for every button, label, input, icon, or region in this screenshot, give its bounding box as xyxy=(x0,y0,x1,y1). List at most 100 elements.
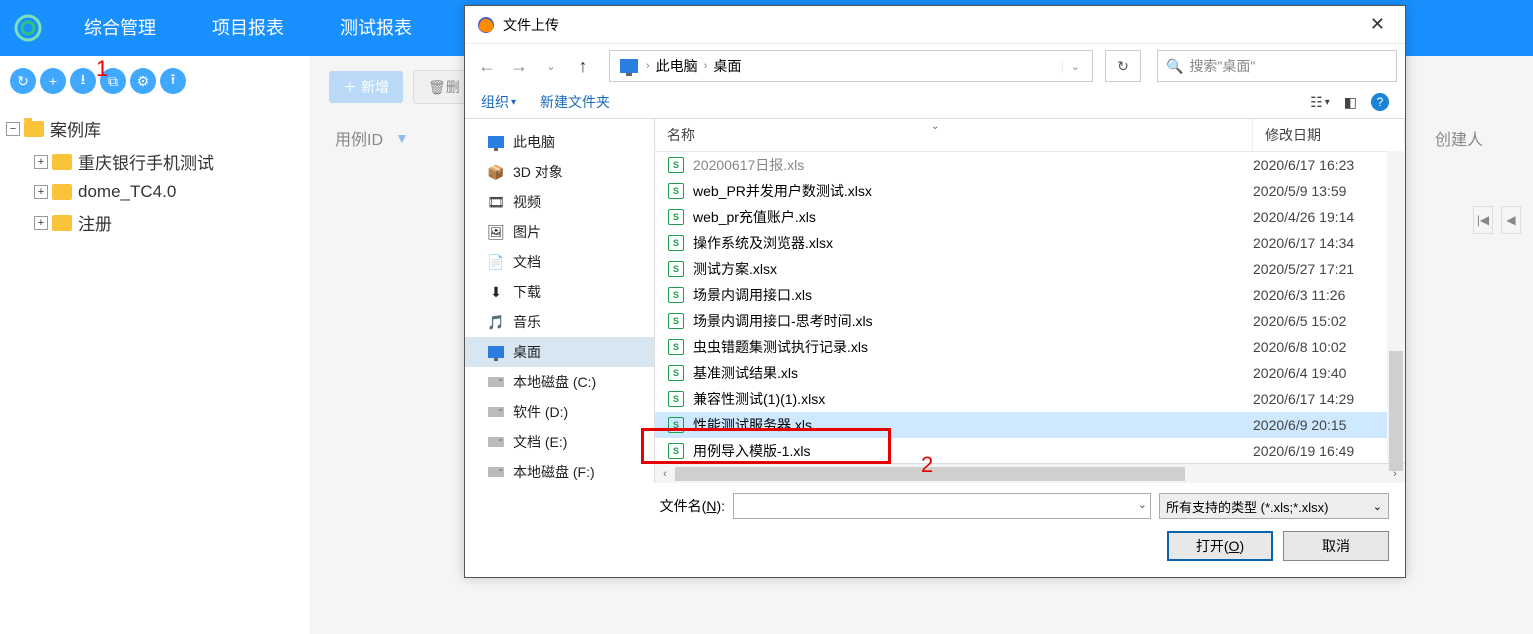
sidebar-label: 软件 (D:) xyxy=(513,402,568,422)
expand-icon[interactable]: + xyxy=(34,216,48,230)
file-date: 2020/6/17 14:34 xyxy=(1253,235,1405,251)
path-dd-icon[interactable]: ⌄ xyxy=(1062,60,1088,73)
help-button[interactable]: ? xyxy=(1371,93,1389,111)
file-row[interactable]: S测试方案.xlsx2020/5/27 17:21 xyxy=(655,256,1405,282)
filename-label: 文件名(N): xyxy=(660,496,725,516)
expand-icon[interactable]: + xyxy=(34,155,48,169)
forward-icon[interactable]: → xyxy=(505,52,533,80)
sidebar-item[interactable]: 本地磁盘 (C:) xyxy=(465,367,654,397)
import-icon[interactable]: ⭳ xyxy=(70,68,96,94)
tree-child[interactable]: +重庆银行手机测试 xyxy=(32,145,306,178)
path-box[interactable]: › 此电脑 › 桌面 ⌄ xyxy=(609,50,1093,82)
sidebar-item[interactable]: 本地磁盘 (F:) xyxy=(465,457,654,483)
view-mode-button[interactable]: ☷ ▾ xyxy=(1310,94,1330,111)
dialog-title: 文件上传 xyxy=(503,15,559,35)
file-date: 2020/6/8 10:02 xyxy=(1253,339,1405,355)
sidebar-item[interactable]: 🖼图片 xyxy=(465,217,654,247)
sidebar-label: 桌面 xyxy=(513,342,541,362)
tree-child-label: 注册 xyxy=(78,210,112,235)
folder-icon xyxy=(52,184,72,200)
nav-general-mgmt[interactable]: 综合管理 xyxy=(56,0,184,56)
file-date: 2020/6/4 19:40 xyxy=(1253,365,1405,381)
sidebar-item[interactable]: 📦3D 对象 xyxy=(465,157,654,187)
expand-icon[interactable]: + xyxy=(34,185,48,199)
search-input[interactable]: 🔍 搜索"桌面" xyxy=(1157,50,1397,82)
file-name: 兼容性测试(1)(1).xlsx xyxy=(687,389,1253,409)
back-icon[interactable]: ← xyxy=(473,52,501,80)
recent-dd-icon[interactable]: ⌄ xyxy=(537,52,565,80)
monitor-icon xyxy=(487,136,505,148)
file-row[interactable]: S虫虫错题集测试执行记录.xls2020/6/8 10:02 xyxy=(655,334,1405,360)
file-name: 测试方案.xlsx xyxy=(687,259,1253,279)
nav-test-report[interactable]: 测试报表 xyxy=(312,0,440,56)
sidebar-item[interactable]: 桌面 xyxy=(465,337,654,367)
sidebar-item[interactable]: 文档 (E:) xyxy=(465,427,654,457)
file-type-select[interactable]: 所有支持的类型 (*.xls;*.xlsx)⌄ xyxy=(1159,493,1389,519)
folder-icon xyxy=(52,154,72,170)
disk-icon xyxy=(487,437,505,447)
up-icon[interactable]: ↑ xyxy=(569,52,597,80)
chevron-right-icon: › xyxy=(644,60,652,72)
tree-child[interactable]: + 注册 xyxy=(32,206,306,239)
sidebar-label: 下载 xyxy=(513,282,541,302)
collapse-icon[interactable]: − xyxy=(6,122,20,136)
sidebar-item[interactable]: 🎵音乐 xyxy=(465,307,654,337)
export-icon[interactable]: ⭱ xyxy=(160,68,186,94)
desktop-icon xyxy=(487,346,505,358)
file-row[interactable]: S场景内调用接口-思考时间.xls2020/6/5 15:02 xyxy=(655,308,1405,334)
sidebar-label: 文档 (E:) xyxy=(513,432,567,452)
file-row[interactable]: Sweb_PR并发用户数测试.xlsx2020/5/9 13:59 xyxy=(655,178,1405,204)
col-date[interactable]: 修改日期 xyxy=(1253,119,1405,151)
new-folder-button[interactable]: 新建文件夹 xyxy=(540,92,610,112)
refresh-icon[interactable]: ↻ xyxy=(10,68,36,94)
organize-button[interactable]: 组织▾ xyxy=(481,92,516,112)
file-row[interactable]: S用例导入模版-1.xls2020/6/19 16:49 xyxy=(655,438,1405,463)
close-icon[interactable]: ✕ xyxy=(1362,14,1393,35)
path-desktop[interactable]: 桌面 xyxy=(709,56,745,76)
file-row[interactable]: Sweb_pr充值账户.xls2020/4/26 19:14 xyxy=(655,204,1405,230)
file-name: 性能测试服务器.xls xyxy=(687,415,1253,435)
tree-child[interactable]: +dome_TC4.0 xyxy=(32,178,306,206)
file-row[interactable]: S场景内调用接口.xls2020/6/3 11:26 xyxy=(655,282,1405,308)
disk-icon xyxy=(487,407,505,417)
file-row[interactable]: S操作系统及浏览器.xlsx2020/6/17 14:34 xyxy=(655,230,1405,256)
cancel-button[interactable]: 取消 xyxy=(1283,531,1389,561)
sidebar-item[interactable]: 🎞视频 xyxy=(465,187,654,217)
path-this-pc[interactable]: 此电脑 xyxy=(652,56,702,76)
file-panel: 名称 修改日期 ⌄ S20200617日报.xls2020/6/17 16:23… xyxy=(655,119,1405,483)
pager-first[interactable]: |◀ xyxy=(1473,206,1493,234)
refresh-button[interactable]: ↻ xyxy=(1105,50,1141,82)
sidebar-item[interactable]: 软件 (D:) xyxy=(465,397,654,427)
file-upload-dialog: 文件上传 ✕ ← → ⌄ ↑ › 此电脑 › 桌面 ⌄ ↻ 🔍 搜索"桌面" 组… xyxy=(464,5,1406,578)
sidebar-label: 此电脑 xyxy=(513,132,555,152)
filename-dd-icon[interactable]: ⌄ xyxy=(1138,498,1147,511)
xls-icon: S xyxy=(665,235,687,251)
nav-project-report[interactable]: 项目报表 xyxy=(184,0,312,56)
file-name: web_pr充值账户.xls xyxy=(687,207,1253,227)
sidebar-item[interactable]: 此电脑 xyxy=(465,127,654,157)
copy-icon[interactable]: ⧉ xyxy=(100,68,126,94)
filename-input[interactable] xyxy=(733,493,1151,519)
preview-pane-button[interactable]: ◧ xyxy=(1344,94,1357,111)
file-row[interactable]: S20200617日报.xls2020/6/17 16:23 xyxy=(655,152,1405,178)
tree-root[interactable]: − 案例库 xyxy=(4,112,306,145)
file-name: 用例导入模版-1.xls xyxy=(687,441,1253,461)
filter-icon[interactable]: ▼ xyxy=(395,130,409,146)
pager-prev[interactable]: ◀ xyxy=(1501,206,1521,234)
file-date: 2020/6/17 14:29 xyxy=(1253,391,1405,407)
sidebar-item[interactable]: 📄文档 xyxy=(465,247,654,277)
open-button[interactable]: 打开(O) xyxy=(1167,531,1273,561)
sidebar-item[interactable]: ⬇下载 xyxy=(465,277,654,307)
settings-icon[interactable]: ⚙ xyxy=(130,68,156,94)
folder-icon xyxy=(52,215,72,231)
add-icon[interactable]: + xyxy=(40,68,66,94)
new-button[interactable]: ＋新增 xyxy=(329,71,403,103)
file-row[interactable]: S兼容性测试(1)(1).xlsx2020/6/17 14:29 xyxy=(655,386,1405,412)
file-row[interactable]: S基准测试结果.xls2020/6/4 19:40 xyxy=(655,360,1405,386)
file-date: 2020/5/27 17:21 xyxy=(1253,261,1405,277)
horizontal-scrollbar[interactable]: ‹› xyxy=(655,463,1405,483)
col-name[interactable]: 名称 xyxy=(655,119,1253,151)
app-logo xyxy=(0,0,56,56)
vertical-scrollbar[interactable] xyxy=(1387,151,1405,463)
file-row[interactable]: S性能测试服务器.xls2020/6/9 20:15 xyxy=(655,412,1405,438)
